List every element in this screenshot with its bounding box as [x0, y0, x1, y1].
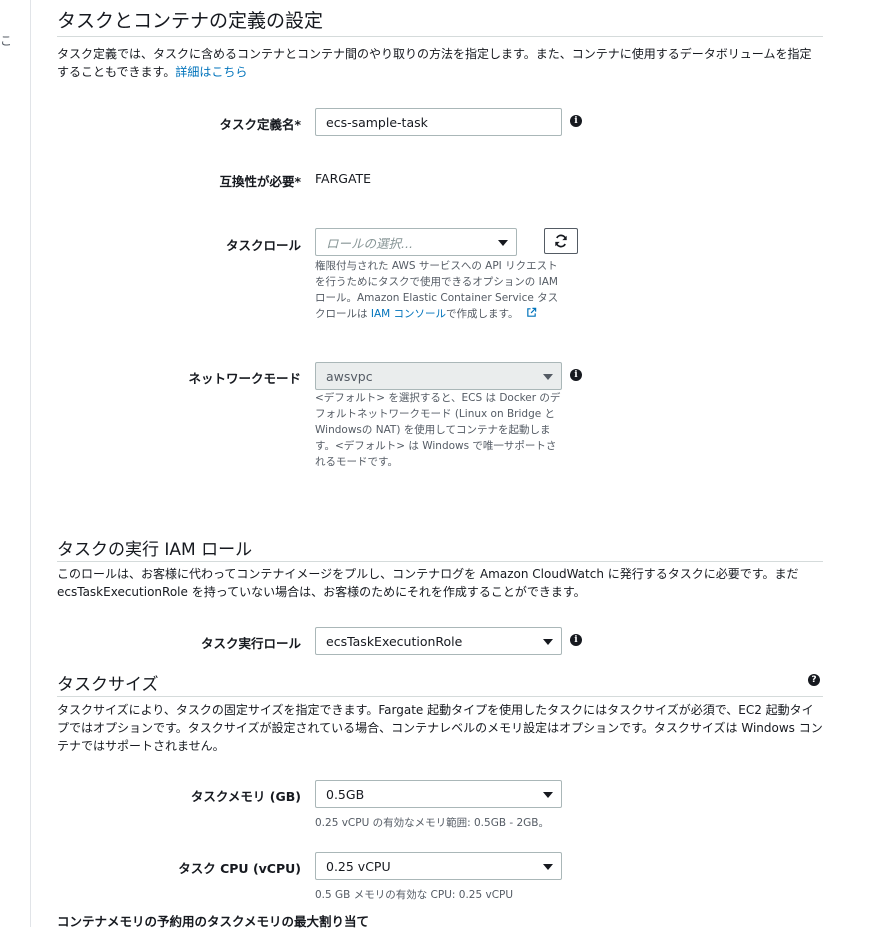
- section-divider: [57, 696, 823, 697]
- section-title-execution-role: タスクの実行 IAM ロール: [57, 540, 253, 560]
- compatibility-value: FARGATE: [315, 171, 372, 186]
- task-role-label: タスクロール: [225, 238, 301, 253]
- chevron-down-icon: [498, 240, 508, 246]
- description-text: タスク定義では、タスクに含めるコンテナとコンテナ間のやり取りの方法を指定します。…: [57, 47, 812, 79]
- task-cpu-select[interactable]: 0.25 vCPU: [315, 852, 562, 880]
- info-icon[interactable]: i: [570, 115, 582, 127]
- compatibility-label: 互換性が必要*: [219, 174, 301, 189]
- task-memory-value: 0.5GB: [326, 786, 365, 802]
- execution-role-value: ecsTaskExecutionRole: [326, 633, 463, 649]
- task-cpu-row: タスク CPU (vCPU) 0.25 vCPU 0.5 GB メモリの有効な …: [57, 852, 823, 901]
- refresh-roles-button[interactable]: [544, 228, 578, 254]
- task-memory-row: タスクメモリ (GB) 0.5GB 0.25 vCPU の有効なメモリ範囲: 0…: [57, 780, 823, 829]
- section-divider: [57, 36, 823, 37]
- info-icon[interactable]: i: [570, 369, 582, 381]
- task-size-description: タスクサイズにより、タスクの固定サイズを指定できます。Fargate 起動タイプ…: [57, 703, 823, 753]
- execution-role-description: このロールは、お客様に代わってコンテナイメージをプルし、コンテナログを Amaz…: [57, 567, 799, 599]
- iam-console-link[interactable]: IAM コンソール: [371, 308, 446, 320]
- container-memory-heading: コンテナメモリの予約用のタスクメモリの最大割り当て: [57, 914, 370, 929]
- info-icon[interactable]: i: [570, 634, 582, 646]
- network-mode-row: ネットワークモード awsvpc i <デフォルト> を選択すると、ECS は …: [57, 362, 823, 472]
- section-description: タスク定義では、タスクに含めるコンテナとコンテナ間のやり取りの方法を指定します。…: [57, 45, 817, 81]
- compatibility-row: 互換性が必要* FARGATE: [57, 170, 823, 190]
- task-role-row: タスクロール ロールの選択... 権限付与された AWS サービスへの API …: [57, 228, 823, 328]
- network-mode-label: ネットワークモード: [188, 371, 301, 386]
- task-cpu-label: タスク CPU (vCPU): [178, 861, 301, 876]
- execution-role-label: タスク実行ロール: [200, 636, 301, 651]
- task-definition-name-row: タスク定義名* i: [57, 108, 823, 136]
- network-mode-select[interactable]: awsvpc: [315, 362, 562, 390]
- network-mode-help: <デフォルト> を選択すると、ECS は Docker のデフォルトネットワーク…: [315, 392, 561, 468]
- task-role-placeholder: ロールの選択...: [326, 235, 413, 251]
- execution-role-row: タスク実行ロール ecsTaskExecutionRole i: [57, 627, 823, 655]
- refresh-icon: [555, 234, 567, 248]
- task-cpu-value: 0.25 vCPU: [326, 858, 391, 874]
- task-role-help: 権限付与された AWS サービスへの API リクエストを行うためにタスクで使用…: [315, 258, 565, 322]
- task-memory-label: タスクメモリ (GB): [190, 789, 301, 804]
- chevron-down-icon: [543, 639, 553, 645]
- section-title-task-size: タスクサイズ: [57, 675, 159, 695]
- execution-role-select[interactable]: ecsTaskExecutionRole: [315, 627, 562, 655]
- section-divider: [57, 561, 823, 562]
- section-title-task-container: タスクとコンテナの定義の設定: [57, 10, 324, 32]
- task-definition-name-label: タスク定義名*: [219, 117, 301, 132]
- task-definition-name-input[interactable]: [315, 108, 562, 136]
- task-memory-help: 0.25 vCPU の有効なメモリ範囲: 0.5GB - 2GB。: [315, 817, 550, 829]
- chevron-down-icon: [543, 864, 553, 870]
- task-role-select[interactable]: ロールの選択...: [315, 228, 517, 256]
- left-rail-divider: [30, 0, 31, 927]
- task-cpu-help: 0.5 GB メモリの有効な CPU: 0.25 vCPU: [315, 889, 514, 901]
- task-role-help-suffix: で作成します。: [446, 308, 519, 320]
- details-link[interactable]: 詳細はこちら: [175, 65, 247, 79]
- chevron-down-icon: [543, 792, 553, 798]
- external-link-icon[interactable]: [526, 307, 537, 318]
- rail-mark: こ: [0, 34, 13, 48]
- question-icon[interactable]: ?: [808, 674, 820, 686]
- network-mode-value: awsvpc: [326, 368, 373, 384]
- chevron-down-icon: [543, 374, 553, 380]
- task-memory-select[interactable]: 0.5GB: [315, 780, 562, 808]
